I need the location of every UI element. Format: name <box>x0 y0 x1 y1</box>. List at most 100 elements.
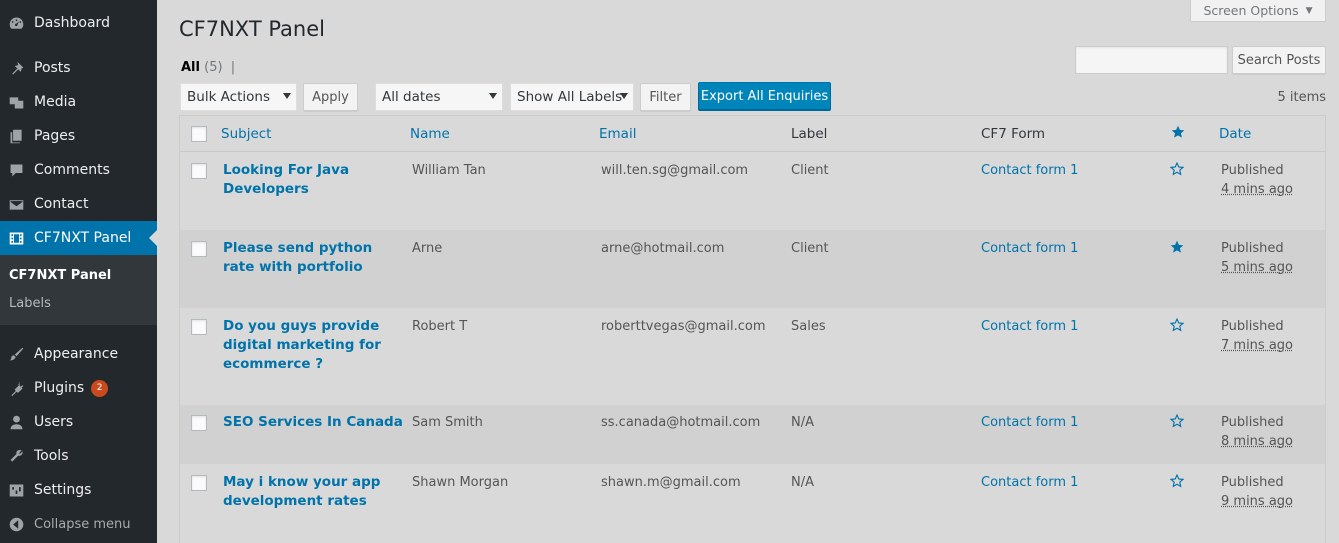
row-form-link[interactable]: Contact form 1 <box>981 413 1078 432</box>
row-time-ago: 5 mins ago <box>1221 260 1293 275</box>
menu-item-cf7nxt-panel[interactable]: CF7NXT Panel <box>0 221 157 255</box>
row-status: Published <box>1221 415 1284 430</box>
row-email: ss.canada@hotmail.com <box>601 413 760 432</box>
table-row: May i know your app development rates Sh… <box>180 464 1325 543</box>
column-name[interactable]: Name <box>410 126 450 142</box>
menu-label: Plugins <box>34 380 84 396</box>
envelope-icon <box>6 194 26 214</box>
star-outline-icon[interactable] <box>1170 162 1184 182</box>
menu-item-media[interactable]: Media <box>0 85 157 119</box>
star-outline-icon[interactable] <box>1170 474 1184 494</box>
row-label: N/A <box>791 413 814 432</box>
bulk-actions-select[interactable]: Bulk Actions <box>180 83 297 111</box>
row-date: Published 4 mins ago <box>1221 161 1293 199</box>
menu-item-plugins[interactable]: Plugins 2 <box>0 371 157 405</box>
row-checkbox[interactable] <box>191 415 207 431</box>
label-filter-value: Show All Labels <box>517 89 622 105</box>
row-subject-link[interactable]: Please send python rate with portfolio <box>223 239 388 277</box>
search-input[interactable] <box>1075 46 1228 74</box>
row-subject-link[interactable]: SEO Services In Canada <box>223 413 403 432</box>
label-filter-select[interactable]: Show All Labels <box>510 83 634 111</box>
row-subject-link[interactable]: Looking For Java Developers <box>223 161 388 199</box>
row-checkbox[interactable] <box>191 241 207 257</box>
menu-label: CF7NXT Panel <box>34 230 131 246</box>
dashboard-icon <box>6 13 26 33</box>
row-form-link[interactable]: Contact form 1 <box>981 473 1078 492</box>
row-subject-link[interactable]: May i know your app development rates <box>223 473 388 511</box>
date-filter-select[interactable]: All dates <box>375 83 503 111</box>
menu-label: Settings <box>34 482 91 498</box>
enquiries-table: Subject Name Email Label CF7 Form Date L… <box>179 115 1326 543</box>
filter-button[interactable]: Filter <box>640 83 691 111</box>
media-icon <box>6 92 26 112</box>
user-icon <box>6 412 26 432</box>
export-all-enquiries-button[interactable]: Export All Enquiries <box>698 82 831 110</box>
menu-item-pages[interactable]: Pages <box>0 119 157 153</box>
plugins-update-badge: 2 <box>91 380 108 397</box>
row-time-ago: 7 mins ago <box>1221 338 1293 353</box>
row-form-link[interactable]: Contact form 1 <box>981 239 1078 258</box>
row-label: N/A <box>791 473 814 492</box>
row-subject-link[interactable]: Do you guys provide digital marketing fo… <box>223 317 388 374</box>
menu-label: Tools <box>34 448 69 464</box>
screen-options-label: Screen Options <box>1203 3 1298 18</box>
menu-item-users[interactable]: Users <box>0 405 157 439</box>
table-row: Do you guys provide digital marketing fo… <box>180 308 1325 405</box>
row-name: Robert T <box>412 317 467 336</box>
table-row: Looking For Java Developers William Tan … <box>180 152 1325 230</box>
menu-label: Appearance <box>34 346 118 362</box>
chevron-down-icon <box>283 93 291 99</box>
page-title: CF7NXT Panel <box>179 17 325 41</box>
wrench-icon <box>6 446 26 466</box>
apply-button[interactable]: Apply <box>303 83 358 111</box>
column-cf7-form: CF7 Form <box>981 126 1045 142</box>
row-status: Published <box>1221 475 1284 490</box>
row-form-link[interactable]: Contact form 1 <box>981 161 1078 180</box>
row-email: roberttvegas@gmail.com <box>601 317 766 336</box>
select-all-checkbox[interactable] <box>191 126 207 142</box>
menu-item-comments[interactable]: Comments <box>0 153 157 187</box>
screen-options-button[interactable]: Screen Options ▼ <box>1190 0 1326 22</box>
row-form-link[interactable]: Contact form 1 <box>981 317 1078 336</box>
view-all-link[interactable]: All <box>181 60 200 75</box>
table-row: Please send python rate with portfolio A… <box>180 230 1325 308</box>
menu-item-tools[interactable]: Tools <box>0 439 157 473</box>
film-icon <box>6 228 26 248</box>
row-checkbox[interactable] <box>191 475 207 491</box>
row-label: Sales <box>791 317 826 336</box>
item-count: 5 items <box>1277 90 1326 105</box>
menu-label: Users <box>34 414 73 430</box>
column-email[interactable]: Email <box>599 126 636 142</box>
row-name: William Tan <box>412 161 486 180</box>
star-outline-icon[interactable] <box>1170 318 1184 338</box>
collapse-menu-button[interactable]: Collapse menu <box>0 507 157 541</box>
table-header: Subject Name Email Label CF7 Form Date <box>180 116 1325 152</box>
row-name: Shawn Morgan <box>412 473 508 492</box>
settings-icon <box>6 480 26 500</box>
submenu-item-labels[interactable]: Labels <box>9 296 51 311</box>
column-subject[interactable]: Subject <box>221 126 271 142</box>
star-column-icon <box>1171 125 1185 143</box>
bulk-actions-value: Bulk Actions <box>187 89 270 105</box>
submenu-item-cf7nxt-panel[interactable]: CF7NXT Panel <box>9 268 111 283</box>
admin-sidebar: Dashboard Posts Media Pages Comments Con… <box>0 0 157 543</box>
column-date[interactable]: Date <box>1219 126 1251 142</box>
chevron-down-icon <box>489 93 497 99</box>
menu-item-contact[interactable]: Contact <box>0 187 157 221</box>
star-outline-icon[interactable] <box>1170 414 1184 434</box>
row-time-ago: 9 mins ago <box>1221 494 1293 509</box>
menu-label: Comments <box>34 162 110 178</box>
menu-label: Media <box>34 94 76 110</box>
row-email: arne@hotmail.com <box>601 239 724 258</box>
menu-item-settings[interactable]: Settings <box>0 473 157 507</box>
menu-label: Collapse menu <box>34 517 131 532</box>
menu-item-dashboard[interactable]: Dashboard <box>0 6 157 40</box>
menu-item-appearance[interactable]: Appearance <box>0 337 157 371</box>
menu-item-posts[interactable]: Posts <box>0 51 157 85</box>
search-posts-button[interactable]: Search Posts <box>1232 46 1326 74</box>
row-checkbox[interactable] <box>191 163 207 179</box>
table-row: SEO Services In Canada Sam Smith ss.cana… <box>180 405 1325 464</box>
view-all-count: (5) <box>204 60 222 75</box>
star-filled-icon[interactable] <box>1170 240 1184 260</box>
row-checkbox[interactable] <box>191 319 207 335</box>
